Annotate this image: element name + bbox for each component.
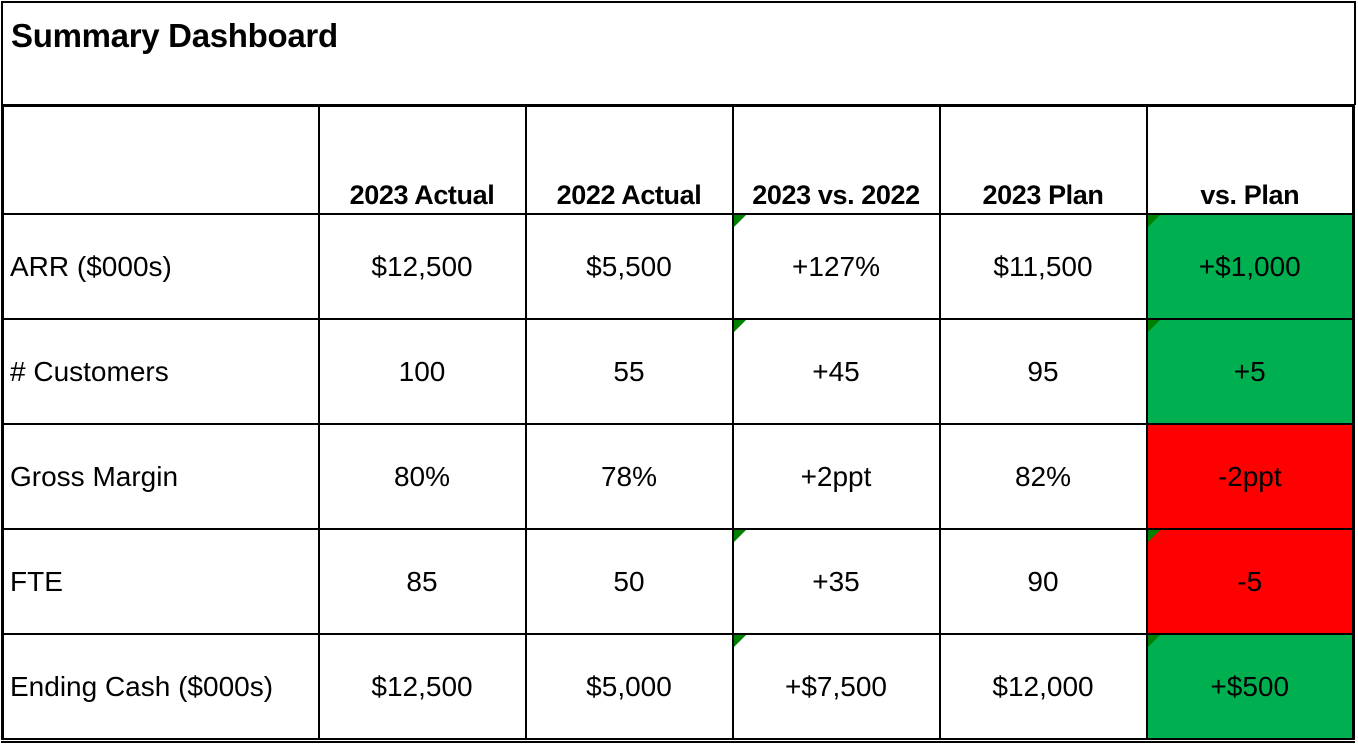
error-indicator-icon bbox=[1147, 320, 1160, 332]
header-cell-2023-plan[interactable]: 2023 Plan bbox=[938, 104, 1148, 215]
cell-2023-actual[interactable]: 100 bbox=[317, 318, 527, 425]
cell-2023-plan[interactable]: $11,500 bbox=[938, 213, 1148, 320]
cell-vs-plan[interactable]: +$500 bbox=[1145, 633, 1355, 742]
cell-2023-actual[interactable]: $12,500 bbox=[317, 633, 527, 742]
table-row-gross-margin: Gross Margin 80% 78% +2ppt 82% -2ppt bbox=[1, 423, 1355, 530]
page-title: Summary Dashboard bbox=[11, 17, 338, 54]
cell-2023-plan[interactable]: $12,000 bbox=[938, 633, 1148, 742]
cell-2023-vs-2022[interactable]: +35 bbox=[731, 528, 941, 635]
spreadsheet: Summary Dashboard 2023 Actual 2022 Actua… bbox=[1, 1, 1356, 752]
cell-2023-plan[interactable]: 90 bbox=[938, 528, 1148, 635]
header-cell-metric[interactable] bbox=[1, 104, 320, 215]
error-indicator-icon bbox=[733, 635, 746, 647]
cell-2022-actual[interactable]: 50 bbox=[524, 528, 734, 635]
table-row-arr: ARR ($000s) $12,500 $5,500 +127% $11,500… bbox=[1, 213, 1355, 320]
cell-value: +127% bbox=[792, 250, 880, 282]
cell-value: +35 bbox=[812, 565, 860, 597]
cell-2022-actual[interactable]: 78% bbox=[524, 423, 734, 530]
header-cell-2023-vs-2022[interactable]: 2023 vs. 2022 bbox=[731, 104, 941, 215]
header-row: 2023 Actual 2022 Actual 2023 vs. 2022 20… bbox=[1, 104, 1355, 215]
row-label-cell[interactable]: Gross Margin bbox=[1, 423, 320, 530]
cell-2023-vs-2022[interactable]: +127% bbox=[731, 213, 941, 320]
cell-value: +$500 bbox=[1210, 670, 1290, 702]
cell-vs-plan[interactable]: +5 bbox=[1145, 318, 1355, 425]
cell-2022-actual[interactable]: $5,500 bbox=[524, 213, 734, 320]
cell-value: +$1,000 bbox=[1198, 250, 1301, 282]
error-indicator-icon bbox=[733, 530, 746, 542]
header-cell-2023-actual[interactable]: 2023 Actual bbox=[317, 104, 527, 215]
cell-vs-plan[interactable]: -2ppt bbox=[1145, 423, 1355, 530]
cell-2023-actual[interactable]: 80% bbox=[317, 423, 527, 530]
cell-2023-plan[interactable]: 95 bbox=[938, 318, 1148, 425]
cell-2023-plan[interactable]: 82% bbox=[938, 423, 1148, 530]
table-row-customers: # Customers 100 55 +45 95 +5 bbox=[1, 318, 1355, 425]
cell-vs-plan[interactable]: -5 bbox=[1145, 528, 1355, 635]
row-label-cell[interactable]: # Customers bbox=[1, 318, 320, 425]
cell-2023-actual[interactable]: 85 bbox=[317, 528, 527, 635]
error-indicator-icon bbox=[1147, 215, 1160, 227]
cell-2022-actual[interactable]: $5,000 bbox=[524, 633, 734, 742]
cell-vs-plan[interactable]: +$1,000 bbox=[1145, 213, 1355, 320]
error-indicator-icon bbox=[1147, 635, 1160, 647]
table-row-ending-cash: Ending Cash ($000s) $12,500 $5,000 +$7,5… bbox=[1, 633, 1355, 742]
cell-2023-actual[interactable]: $12,500 bbox=[317, 213, 527, 320]
summary-table: 2023 Actual 2022 Actual 2023 vs. 2022 20… bbox=[1, 104, 1355, 743]
cell-2023-vs-2022[interactable]: +2ppt bbox=[731, 423, 941, 530]
error-indicator-icon bbox=[733, 320, 746, 332]
cell-value: +$7,500 bbox=[785, 670, 887, 702]
header-cell-vs-plan[interactable]: vs. Plan bbox=[1145, 104, 1355, 215]
title-cell[interactable]: Summary Dashboard bbox=[1, 1, 1356, 105]
cell-value: +5 bbox=[1233, 355, 1266, 387]
table-row-fte: FTE 85 50 +35 90 -5 bbox=[1, 528, 1355, 635]
cell-2023-vs-2022[interactable]: +45 bbox=[731, 318, 941, 425]
error-indicator-icon bbox=[733, 215, 746, 227]
cell-value: -2ppt bbox=[1217, 460, 1282, 492]
cell-value: +45 bbox=[812, 355, 860, 387]
row-label-cell[interactable]: ARR ($000s) bbox=[1, 213, 320, 320]
cell-2023-vs-2022[interactable]: +$7,500 bbox=[731, 633, 941, 742]
row-label-cell[interactable]: FTE bbox=[1, 528, 320, 635]
cell-2022-actual[interactable]: 55 bbox=[524, 318, 734, 425]
header-cell-2022-actual[interactable]: 2022 Actual bbox=[524, 104, 734, 215]
error-indicator-icon bbox=[1147, 530, 1160, 542]
row-label-cell[interactable]: Ending Cash ($000s) bbox=[1, 633, 320, 742]
cell-value: -5 bbox=[1237, 565, 1263, 597]
cell-value: +2ppt bbox=[800, 460, 872, 492]
